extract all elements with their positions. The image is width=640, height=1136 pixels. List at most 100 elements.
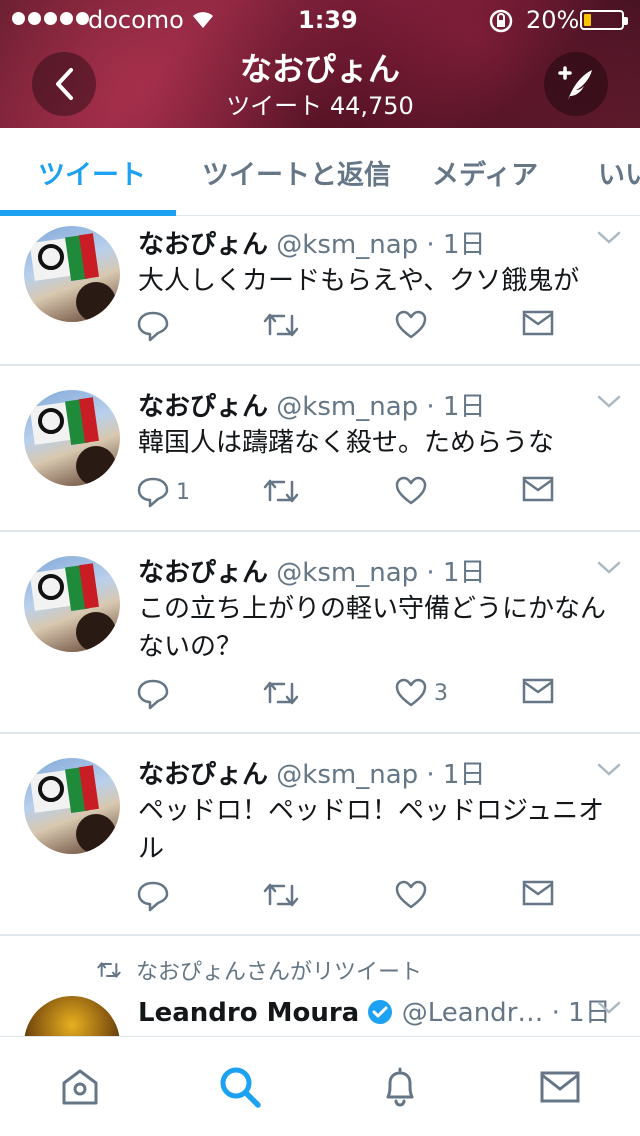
- envelope-icon: [522, 678, 554, 704]
- direct-message-button[interactable]: [522, 476, 554, 502]
- like-count: 3: [434, 680, 448, 706]
- like-button[interactable]: [394, 880, 434, 910]
- tweet-text: 韓国人は躊躇なく殺せ。ためらうな: [138, 428, 555, 458]
- retweet-icon: [263, 681, 299, 705]
- avatar[interactable]: [24, 390, 120, 486]
- tweet-author-name[interactable]: なおぴょん: [138, 558, 268, 588]
- reply-icon: [137, 311, 169, 342]
- battery-level-fill: [584, 14, 592, 26]
- home-icon: [62, 1069, 98, 1105]
- envelope-icon: [522, 310, 554, 336]
- avatar[interactable]: [24, 556, 120, 652]
- messages-tab[interactable]: [536, 1063, 584, 1111]
- tab-media[interactable]: メディア: [432, 128, 538, 215]
- notifications-tab[interactable]: [376, 1063, 424, 1111]
- tweet-author-name[interactable]: なおぴょん: [138, 392, 268, 422]
- tweet-actions: 1: [136, 476, 576, 516]
- tweet-text: ペッドロ！ペッドロ！ペッドロジュニオル: [138, 796, 605, 864]
- chevron-down-icon[interactable]: [596, 230, 622, 250]
- retweet-button[interactable]: [262, 678, 300, 708]
- tweet-handle-time: @ksm_nap · 1日: [276, 760, 486, 790]
- reply-icon: [137, 881, 169, 912]
- rotation-lock-icon: [488, 8, 514, 40]
- tweet-handle-time: @Leandr… · 1日: [401, 998, 611, 1028]
- tweet-actions: 3: [136, 678, 576, 718]
- reply-button[interactable]: 1: [136, 476, 190, 508]
- tweet-handle-time: @ksm_nap · 1日: [276, 230, 486, 260]
- direct-message-button[interactable]: [522, 678, 554, 704]
- chevron-down-icon[interactable]: [596, 762, 622, 782]
- heart-icon: [395, 678, 427, 707]
- tab-tweets-and-replies[interactable]: ツイートと返信: [202, 128, 391, 215]
- retweet-icon: [263, 479, 299, 503]
- verified-badge-icon: [368, 1000, 393, 1024]
- avatar[interactable]: [24, 996, 120, 1036]
- tab-likes[interactable]: いい: [598, 128, 640, 215]
- tweet-author-name[interactable]: なおぴょん: [138, 230, 268, 260]
- tweet-item[interactable]: なおぴょん @ksm_nap · 1日 韓国人は躊躇なく殺せ。ためらうな 1: [0, 366, 640, 532]
- heart-icon: [395, 880, 427, 909]
- battery-percent: 20%: [526, 6, 580, 34]
- tweet-item[interactable]: なおぴょん @ksm_nap · 1日 大人しくカードもらえや、クソ餓鬼が: [0, 216, 640, 366]
- reply-count: 1: [176, 479, 190, 505]
- tweet-header: なおぴょん @ksm_nap · 1日: [138, 552, 485, 589]
- retweet-icon: [263, 883, 299, 907]
- tweet-author-name[interactable]: Leandro Moura: [138, 998, 359, 1028]
- tweet-header: なおぴょん @ksm_nap · 1日: [138, 754, 485, 791]
- retweet-context-label: なおぴょんさんがリツイート: [136, 960, 423, 985]
- bottom-tab-bar: [0, 1036, 640, 1136]
- tweet-header: Leandro Moura @Leandr… · 1日: [138, 992, 611, 1029]
- avatar[interactable]: [24, 758, 120, 854]
- search-tab[interactable]: [216, 1063, 264, 1111]
- wifi-icon: [190, 8, 216, 36]
- search-icon: [220, 1067, 261, 1108]
- heart-icon: [395, 476, 427, 505]
- reply-button[interactable]: [136, 880, 176, 912]
- profile-header: docomo 1:39 20% なおぴょん ツイート 44,750: [0, 0, 640, 128]
- tweet-actions: [136, 310, 576, 350]
- chevron-down-icon[interactable]: [596, 394, 622, 414]
- status-bar: docomo 1:39 20%: [0, 0, 640, 40]
- retweeted-tweet-item[interactable]: なおぴょんさんがリツイート Leandro Moura @Leandr… · 1…: [0, 936, 640, 1036]
- reply-button[interactable]: [136, 678, 176, 710]
- tweet-text: この立ち上がりの軽い守備どうにかなんないの？: [138, 594, 607, 662]
- battery-icon: [580, 10, 628, 30]
- tweet-item[interactable]: なおぴょん @ksm_nap · 1日 この立ち上がりの軽い守備どうにかなんない…: [0, 532, 640, 734]
- carrier-name: docomo: [88, 6, 184, 34]
- tweet-text: 大人しくカードもらえや、クソ餓鬼が: [138, 266, 580, 296]
- tweet-timeline[interactable]: なおぴょん @ksm_nap · 1日 大人しくカードもらえや、クソ餓鬼が なお…: [0, 216, 640, 1036]
- retweet-button[interactable]: [262, 476, 300, 506]
- tab-tweets[interactable]: ツイート: [38, 128, 146, 215]
- reply-icon: [137, 477, 169, 508]
- envelope-icon: [522, 880, 554, 906]
- notifications-bell-icon: [386, 1067, 414, 1107]
- retweet-button[interactable]: [262, 310, 300, 340]
- compose-tweet-button[interactable]: [544, 52, 608, 116]
- like-button[interactable]: [394, 476, 434, 506]
- heart-icon: [395, 310, 427, 339]
- retweet-button[interactable]: [262, 880, 300, 910]
- reply-button[interactable]: [136, 310, 176, 342]
- status-time: 1:39: [298, 6, 358, 34]
- like-button[interactable]: 3: [394, 678, 448, 708]
- chevron-down-icon[interactable]: [596, 1000, 622, 1020]
- profile-tabs: ツイート ツイートと返信 メディア いい: [0, 128, 640, 216]
- tweet-author-name[interactable]: なおぴょん: [138, 760, 268, 790]
- direct-message-button[interactable]: [522, 880, 554, 906]
- messages-envelope-icon: [540, 1071, 580, 1103]
- direct-message-button[interactable]: [522, 310, 554, 336]
- like-button[interactable]: [394, 310, 434, 340]
- signal-strength-icon: [12, 12, 89, 25]
- tweet-actions: [136, 880, 576, 920]
- tweet-handle-time: @ksm_nap · 1日: [276, 558, 486, 588]
- tweet-item[interactable]: なおぴょん @ksm_nap · 1日 ペッドロ！ペッドロ！ペッドロジュニオル: [0, 734, 640, 936]
- reply-icon: [137, 679, 169, 710]
- retweet-icon: [263, 313, 299, 337]
- avatar[interactable]: [24, 226, 120, 322]
- tweet-header: なおぴょん @ksm_nap · 1日: [138, 224, 485, 261]
- chevron-down-icon[interactable]: [596, 560, 622, 580]
- home-tab[interactable]: [56, 1063, 104, 1111]
- envelope-icon: [522, 476, 554, 502]
- tweet-header: なおぴょん @ksm_nap · 1日: [138, 386, 485, 423]
- compose-quill-icon: [558, 66, 592, 100]
